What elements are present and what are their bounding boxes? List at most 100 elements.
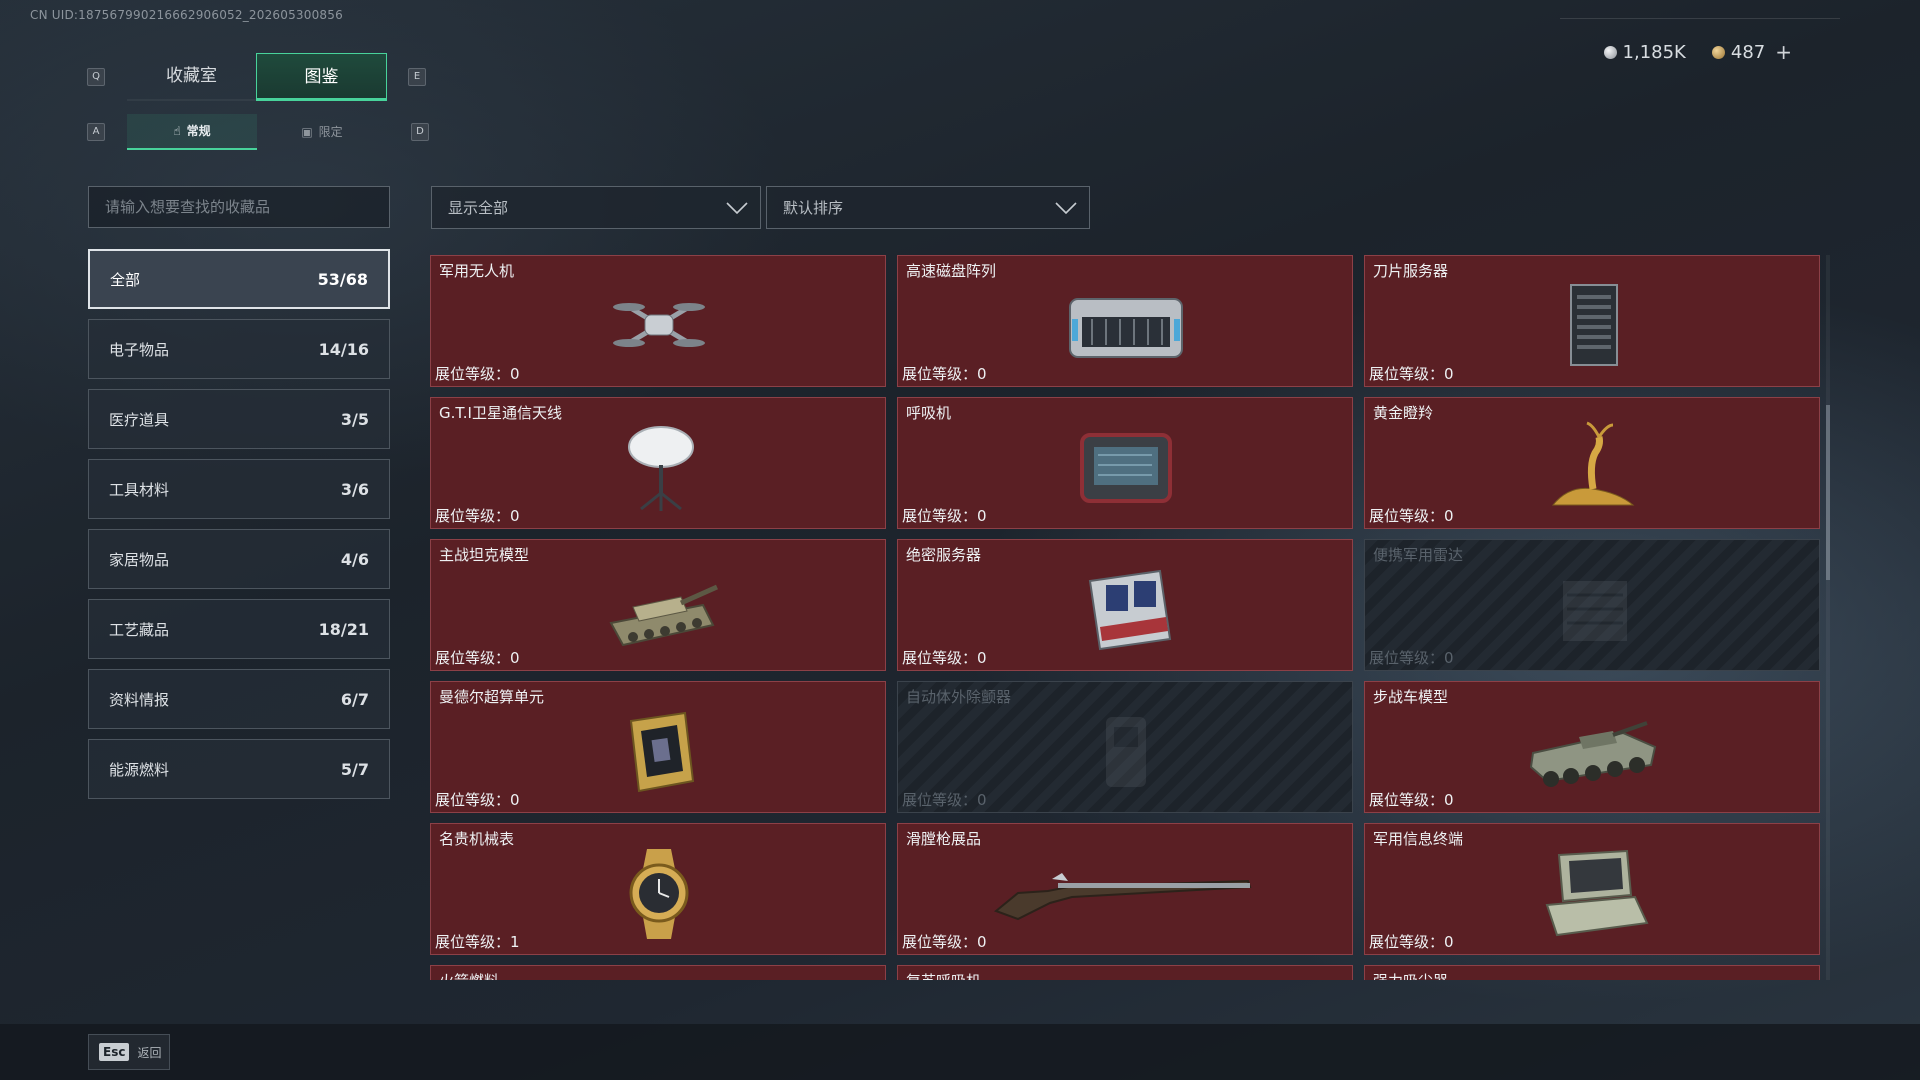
category-label: 医疗道具 bbox=[109, 410, 170, 429]
subtab-limited[interactable]: ▣ 限定 bbox=[257, 114, 387, 150]
item-card[interactable]: 呼吸机 展位等级：0 bbox=[897, 397, 1353, 529]
level-prefix: 展位等级： bbox=[902, 933, 978, 951]
category-count: 5/7 bbox=[340, 759, 369, 779]
category-count: 3/6 bbox=[340, 479, 369, 499]
item-name: 自动体外除颤器 bbox=[906, 688, 1012, 706]
sort-dropdown[interactable]: 默认排序 bbox=[766, 186, 1090, 229]
watch-icon bbox=[581, 842, 737, 944]
subtab-limited-label: 限定 bbox=[318, 125, 343, 139]
item-name: 高速磁盘阵列 bbox=[906, 262, 997, 280]
scroll-thumb[interactable] bbox=[1826, 405, 1830, 580]
disk-array-icon bbox=[1048, 274, 1204, 376]
category-label: 资料情报 bbox=[109, 690, 170, 709]
item-card[interactable]: 滑膛枪展品 展位等级：0 bbox=[897, 823, 1353, 955]
item-name: 强力吸尘器 bbox=[1373, 970, 1448, 980]
limited-icon: ▣ bbox=[301, 125, 313, 139]
level-prefix: 展位等级： bbox=[1369, 507, 1445, 525]
currency-bar: 1,185K 487 + bbox=[1603, 40, 1792, 64]
collection-grid: 军用无人机 展位等级：0 高速磁盘阵列 展位等级：0 刀片服务器 展位等级：0 … bbox=[430, 255, 1820, 980]
subtab-key-a: A bbox=[87, 123, 105, 141]
back-button[interactable]: Esc 返回 bbox=[88, 1034, 170, 1070]
display-level: 展位等级：0 bbox=[1369, 789, 1454, 810]
item-card-locked[interactable]: 便携军用雷达 展位等级：0 bbox=[1364, 539, 1820, 671]
level-prefix: 展位等级： bbox=[435, 791, 511, 809]
item-name: 复苏呼吸机 bbox=[906, 970, 981, 980]
item-name: 军用信息终端 bbox=[1373, 830, 1464, 848]
category-medical[interactable]: 医疗道具 3/5 bbox=[88, 389, 390, 449]
category-label: 电子物品 bbox=[109, 340, 170, 359]
radar-icon bbox=[1515, 558, 1671, 660]
level-value: 0 bbox=[977, 507, 987, 525]
item-card[interactable]: 高速磁盘阵列 展位等级：0 bbox=[897, 255, 1353, 387]
item-name: 步战车模型 bbox=[1373, 688, 1449, 706]
item-card[interactable]: 黄金瞪羚 展位等级：0 bbox=[1364, 397, 1820, 529]
item-name: 火箭燃料 bbox=[439, 970, 499, 980]
item-card[interactable]: 强力吸尘器 bbox=[1364, 965, 1820, 980]
bottom-bar bbox=[0, 1024, 1920, 1080]
uid-label: CN UID:187567990216662906052_20260530085… bbox=[30, 8, 343, 22]
category-energy[interactable]: 能源燃料 5/7 bbox=[88, 739, 390, 799]
level-value: 0 bbox=[1444, 507, 1454, 525]
category-tools[interactable]: 工具材料 3/6 bbox=[88, 459, 390, 519]
category-list: 全部 53/68 电子物品 14/16 医疗道具 3/5 工具材料 3/6 家居… bbox=[88, 249, 390, 809]
item-card[interactable]: 名贵机械表 展位等级：1 bbox=[430, 823, 886, 955]
filter-dropdown[interactable]: 显示全部 bbox=[431, 186, 761, 229]
item-card[interactable]: 绝密服务器 展位等级：0 bbox=[897, 539, 1353, 671]
item-name: 曼德尔超算单元 bbox=[439, 688, 545, 706]
display-level: 展位等级：0 bbox=[1369, 931, 1454, 952]
item-card[interactable]: 刀片服务器 展位等级：0 bbox=[1364, 255, 1820, 387]
category-electronics[interactable]: 电子物品 14/16 bbox=[88, 319, 390, 379]
tab-codex[interactable]: 图鉴 bbox=[256, 53, 387, 101]
hand-icon: ☝ bbox=[173, 124, 181, 138]
display-level: 展位等级：0 bbox=[902, 931, 987, 952]
item-name: 滑膛枪展品 bbox=[906, 830, 982, 848]
level-prefix: 展位等级： bbox=[902, 791, 978, 809]
item-card[interactable]: 军用无人机 展位等级：0 bbox=[430, 255, 886, 387]
level-value: 0 bbox=[1444, 933, 1454, 951]
category-count: 3/5 bbox=[340, 409, 369, 429]
add-currency-button[interactable]: + bbox=[1775, 40, 1792, 64]
tab-collection-room[interactable]: 收藏室 bbox=[127, 53, 256, 101]
item-name: 绝密服务器 bbox=[906, 546, 982, 564]
drone-icon bbox=[581, 274, 737, 376]
subtab-regular[interactable]: ☝ 常规 bbox=[127, 114, 257, 150]
tab-key-e: E bbox=[408, 68, 426, 86]
search-box bbox=[88, 186, 390, 228]
level-value: 0 bbox=[510, 649, 520, 667]
item-card[interactable]: 曼德尔超算单元 展位等级：0 bbox=[430, 681, 886, 813]
category-count: 18/21 bbox=[318, 619, 369, 639]
category-household[interactable]: 家居物品 4/6 bbox=[88, 529, 390, 589]
display-level: 展位等级：0 bbox=[435, 647, 520, 668]
search-input[interactable] bbox=[105, 198, 389, 216]
gold-currency: 487 + bbox=[1711, 40, 1792, 64]
category-crafts[interactable]: 工艺藏品 18/21 bbox=[88, 599, 390, 659]
item-name: 军用无人机 bbox=[439, 262, 515, 280]
display-level: 展位等级：0 bbox=[902, 647, 987, 668]
level-value: 0 bbox=[977, 791, 987, 809]
item-card[interactable]: 主战坦克模型 展位等级：0 bbox=[430, 539, 886, 671]
item-card[interactable]: G.T.I卫星通信天线 展位等级：0 bbox=[430, 397, 886, 529]
category-intel[interactable]: 资料情报 6/7 bbox=[88, 669, 390, 729]
esc-key: Esc bbox=[99, 1043, 130, 1061]
level-prefix: 展位等级： bbox=[435, 507, 511, 525]
silver-coin-icon bbox=[1603, 45, 1617, 59]
level-prefix: 展位等级： bbox=[902, 365, 978, 383]
display-level: 展位等级：0 bbox=[902, 789, 987, 810]
display-level: 展位等级：0 bbox=[1369, 363, 1454, 384]
terminal-icon bbox=[1515, 842, 1671, 944]
item-card[interactable]: 步战车模型 展位等级：0 bbox=[1364, 681, 1820, 813]
item-card-locked[interactable]: 自动体外除颤器 展位等级：0 bbox=[897, 681, 1353, 813]
category-count: 4/6 bbox=[340, 549, 369, 569]
item-card[interactable]: 复苏呼吸机 bbox=[897, 965, 1353, 980]
back-label: 返回 bbox=[137, 1045, 162, 1060]
grid-scrollbar[interactable] bbox=[1826, 255, 1830, 980]
level-value: 0 bbox=[977, 649, 987, 667]
item-card[interactable]: 军用信息终端 展位等级：0 bbox=[1364, 823, 1820, 955]
level-prefix: 展位等级： bbox=[902, 649, 978, 667]
display-level: 展位等级：0 bbox=[435, 505, 520, 526]
category-all[interactable]: 全部 53/68 bbox=[88, 249, 390, 309]
item-card[interactable]: 火箭燃料 bbox=[430, 965, 886, 980]
display-level: 展位等级：1 bbox=[435, 931, 520, 952]
level-value: 0 bbox=[1444, 365, 1454, 383]
level-value: 1 bbox=[510, 933, 520, 951]
